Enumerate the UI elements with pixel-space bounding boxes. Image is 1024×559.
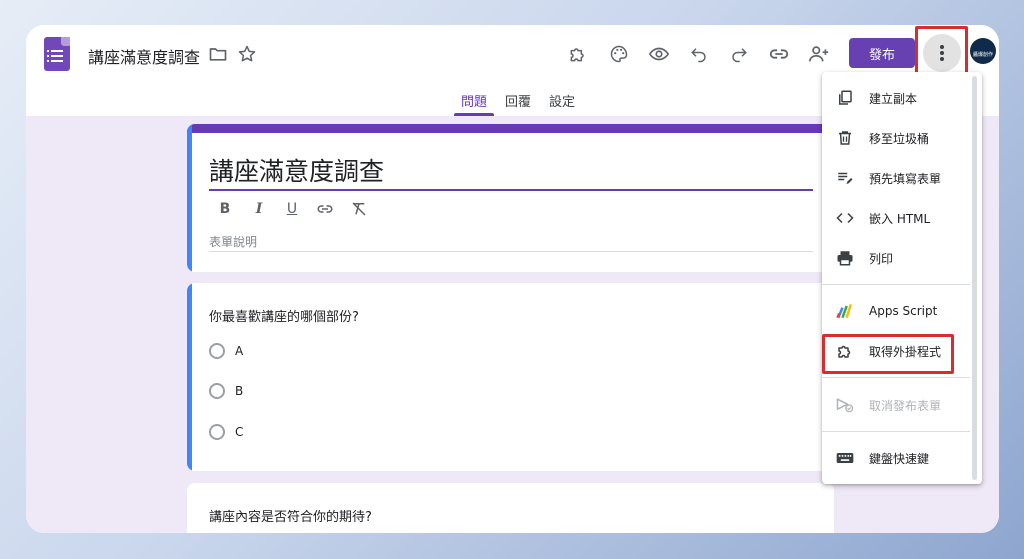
form-title-input[interactable]: 講座滿意度調查 — [209, 152, 384, 188]
selected-card-indicator — [187, 283, 192, 471]
radio-circle-icon[interactable] — [209, 343, 225, 359]
code-icon — [835, 208, 855, 228]
question-card[interactable]: 你最喜歡講座的哪個部份? A B C — [187, 283, 834, 471]
question-title[interactable]: 你最喜歡講座的哪個部份? — [209, 306, 359, 325]
bold-icon[interactable]: B — [214, 198, 236, 220]
form-title-card[interactable]: 講座滿意度調查 B I U 表單說明 — [187, 124, 834, 272]
menu-divider — [822, 284, 970, 285]
menu-item-prefill-form[interactable]: 預先填寫表單 — [822, 158, 970, 198]
prefill-icon — [835, 168, 855, 188]
menu-item-move-to-trash[interactable]: 移至垃圾桶 — [822, 118, 970, 158]
print-icon — [835, 248, 855, 268]
menu-item-unpublish-form: 取消發布表單 — [822, 385, 970, 425]
preview-eye-icon[interactable] — [644, 39, 674, 69]
description-underline — [209, 251, 813, 252]
radio-option[interactable]: B — [209, 382, 243, 400]
tab-questions[interactable]: 問題 — [461, 91, 487, 110]
publish-button[interactable]: 發布 — [849, 38, 915, 68]
question-title[interactable]: 講座內容是否符合你的期待? — [209, 506, 372, 525]
menu-item-apps-script[interactable]: Apps Script — [822, 291, 970, 331]
link-icon[interactable] — [764, 39, 794, 69]
menu-item-make-copy[interactable]: 建立副本 — [822, 78, 970, 118]
title-underline — [209, 189, 813, 191]
tab-settings[interactable]: 設定 — [549, 91, 575, 110]
radio-option[interactable]: C — [209, 423, 243, 441]
menu-item-keyboard-shortcuts[interactable]: 鍵盤快速鍵 — [822, 438, 970, 478]
radio-option[interactable]: A — [209, 342, 243, 360]
selected-card-indicator — [187, 124, 192, 272]
more-button-highlight-box — [915, 26, 968, 77]
addons-highlight-box — [822, 334, 954, 374]
redo-icon[interactable] — [724, 39, 754, 69]
doc-title[interactable]: 講座滿意度調查 — [88, 44, 200, 68]
italic-icon[interactable]: I — [248, 198, 270, 220]
copy-icon — [835, 88, 855, 108]
menu-divider — [822, 431, 970, 432]
option-label: A — [235, 344, 244, 358]
clear-formatting-icon[interactable] — [348, 198, 370, 220]
menu-item-embed-html[interactable]: 嵌入 HTML — [822, 198, 970, 238]
trash-icon — [835, 128, 855, 148]
insert-link-icon[interactable] — [314, 198, 336, 220]
star-icon[interactable] — [236, 43, 258, 65]
menu-divider — [822, 377, 970, 378]
menu-scrollbar[interactable] — [972, 76, 977, 480]
title-card-top-stripe — [187, 124, 834, 133]
addon-puzzle-icon[interactable] — [563, 39, 593, 69]
form-description-input[interactable]: 表單說明 — [209, 233, 257, 250]
keyboard-icon — [835, 448, 855, 468]
add-collaborator-icon[interactable] — [804, 39, 834, 69]
menu-item-print[interactable]: 列印 — [822, 238, 970, 278]
google-forms-logo-icon[interactable] — [44, 37, 70, 71]
unpublish-icon — [835, 395, 855, 415]
more-options-menu: 建立副本 移至垃圾桶 預先填寫表單 嵌入 HTML 列印 Apps Script… — [822, 72, 982, 484]
palette-icon[interactable] — [604, 39, 634, 69]
avatar[interactable]: 醬爆創作 — [970, 38, 996, 64]
undo-icon[interactable] — [684, 39, 714, 69]
apps-script-icon — [835, 301, 855, 321]
question-card[interactable]: 講座內容是否符合你的期待? — [187, 483, 834, 533]
tab-responses[interactable]: 回覆 — [505, 91, 531, 110]
option-label: B — [235, 384, 244, 398]
underline-icon[interactable]: U — [281, 198, 303, 220]
radio-circle-icon[interactable] — [209, 424, 225, 440]
radio-circle-icon[interactable] — [209, 383, 225, 399]
option-label: C — [235, 425, 244, 439]
folder-icon[interactable] — [207, 43, 229, 65]
app-window: 講座滿意度調查 發布 醬爆創作 問題 回覆 設定 講座滿意度調查 B I U 表… — [26, 25, 999, 533]
